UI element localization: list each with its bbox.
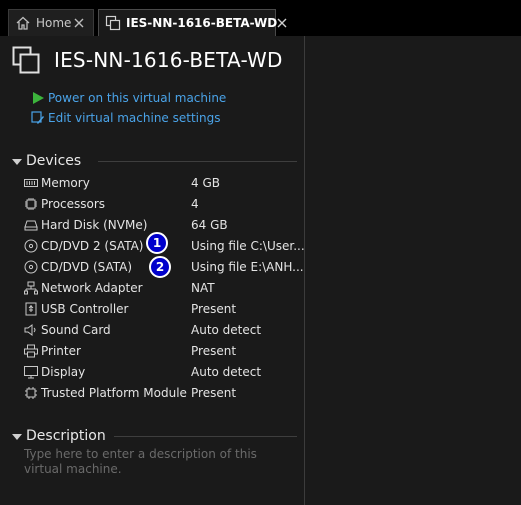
- sound-card-icon: [24, 323, 38, 337]
- description-input[interactable]: Type here to enter a description of this…: [24, 447, 284, 477]
- device-name: Printer: [41, 343, 81, 358]
- cd-dvd-icon: [24, 260, 38, 274]
- vm-details-column: IES-NN-1616-BETA-WD Power on this virtua…: [0, 36, 305, 505]
- description-heading: Description: [26, 428, 106, 444]
- tab-home[interactable]: Home: [8, 9, 94, 36]
- device-name: Hard Disk (NVMe): [41, 217, 148, 232]
- usb-icon: [24, 302, 38, 316]
- collapse-arrow-icon: [12, 158, 22, 165]
- edit-settings-link[interactable]: Edit virtual machine settings: [31, 109, 220, 127]
- devices-heading: Devices: [26, 153, 82, 169]
- device-name: Processors: [41, 196, 106, 211]
- power-on-label: Power on this virtual machine: [48, 91, 227, 105]
- hard-disk-icon: [24, 218, 38, 232]
- tab-bar: Home IES-NN-1616-BETA-WD: [0, 0, 521, 36]
- display-icon: [24, 365, 38, 379]
- processor-icon: [24, 197, 38, 211]
- play-icon: [31, 91, 45, 105]
- device-value: Using file E:\ANH...: [191, 259, 304, 274]
- collapse-arrow-icon: [12, 433, 22, 440]
- vm-title: IES-NN-1616-BETA-WD: [54, 48, 283, 72]
- vm-tab-icon: [105, 15, 121, 31]
- device-value: Present: [191, 385, 237, 400]
- device-value: Present: [191, 301, 237, 316]
- device-value: Present: [191, 343, 237, 358]
- printer-icon: [24, 344, 38, 358]
- device-value: Auto detect: [191, 322, 262, 337]
- vm-preview-area: [306, 36, 521, 505]
- memory-icon: [24, 176, 38, 190]
- close-icon[interactable]: [277, 15, 287, 31]
- divider: [98, 161, 297, 162]
- device-row-display[interactable]: Display Auto detect: [24, 361, 294, 382]
- vm-header: IES-NN-1616-BETA-WD: [12, 44, 283, 76]
- divider: [114, 436, 297, 437]
- device-row-tpm[interactable]: Trusted Platform Module Present: [24, 382, 294, 403]
- settings-edit-icon: [31, 111, 45, 125]
- vm-summary-panel: IES-NN-1616-BETA-WD Power on this virtua…: [0, 36, 521, 505]
- device-name: Display: [41, 364, 86, 379]
- power-on-link[interactable]: Power on this virtual machine: [31, 89, 226, 107]
- devices-section-header[interactable]: Devices: [12, 152, 297, 170]
- device-value: 4 GB: [191, 175, 220, 190]
- device-row-usb-controller[interactable]: USB Controller Present: [24, 298, 294, 319]
- tab-vm[interactable]: IES-NN-1616-BETA-WD: [98, 9, 287, 36]
- device-row-memory[interactable]: Memory 4 GB: [24, 172, 294, 193]
- description-section-header[interactable]: Description: [12, 427, 297, 445]
- device-value: 4: [191, 196, 199, 211]
- virtual-machine-icon: [12, 46, 40, 74]
- device-row-network-adapter[interactable]: Network Adapter NAT: [24, 277, 294, 298]
- device-value: Auto detect: [191, 364, 262, 379]
- network-adapter-icon: [24, 281, 38, 295]
- device-value: NAT: [191, 280, 215, 295]
- device-row-processors[interactable]: Processors 4: [24, 193, 294, 214]
- device-row-sound-card[interactable]: Sound Card Auto detect: [24, 319, 294, 340]
- device-name: CD/DVD 2 (SATA): [41, 238, 144, 253]
- annotation-badge-2: 2: [149, 256, 171, 278]
- close-icon[interactable]: [71, 15, 87, 31]
- device-name: Memory: [41, 175, 90, 190]
- device-name: USB Controller: [41, 301, 129, 316]
- device-name: Network Adapter: [41, 280, 143, 295]
- annotation-badge-1: 1: [146, 232, 168, 254]
- tab-vm-label: IES-NN-1616-BETA-WD: [126, 16, 278, 30]
- device-name: Sound Card: [41, 322, 111, 337]
- tab-home-label: Home: [36, 16, 72, 30]
- device-value: 64 GB: [191, 217, 228, 232]
- device-row-printer[interactable]: Printer Present: [24, 340, 294, 361]
- device-value: Using file C:\User...: [191, 238, 305, 253]
- edit-settings-label: Edit virtual machine settings: [48, 111, 221, 125]
- tpm-icon: [24, 386, 38, 400]
- home-icon: [15, 15, 31, 31]
- cd-dvd-icon: [24, 239, 38, 253]
- device-name: Trusted Platform Module: [41, 385, 187, 400]
